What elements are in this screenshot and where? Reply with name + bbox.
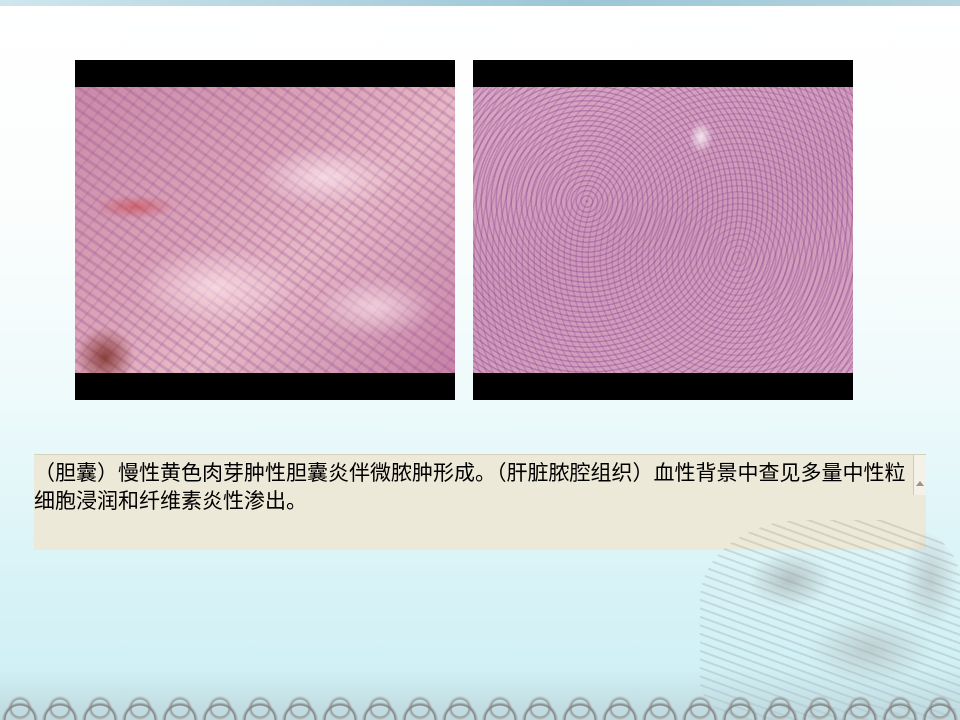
caption-scrollbar[interactable] bbox=[913, 455, 926, 495]
wave-border-decoration bbox=[0, 668, 960, 720]
histology-image-liver bbox=[473, 60, 853, 400]
tissue-image-right bbox=[473, 87, 853, 373]
histology-image-gallbladder bbox=[75, 60, 455, 400]
caption-text: （胆囊）慢性黄色肉芽肿性胆囊炎伴微脓肿形成。（肝脏脓腔组织）血性背景中查见多量中… bbox=[34, 461, 906, 513]
scroll-up-icon[interactable] bbox=[916, 481, 924, 486]
tissue-image-left bbox=[75, 87, 455, 373]
